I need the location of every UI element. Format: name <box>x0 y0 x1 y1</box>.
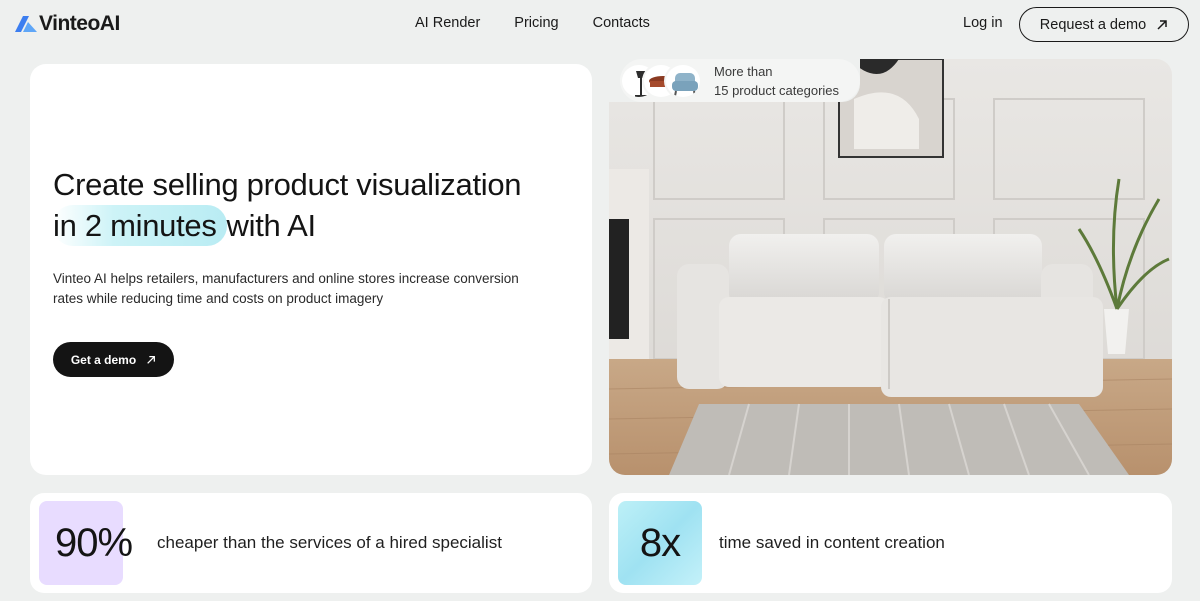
get-demo-label: Get a demo <box>70 352 137 367</box>
nav-link-contacts[interactable]: Contacts <box>593 15 650 31</box>
hero-title-rest: with AI <box>226 208 317 243</box>
stat-card-time: 8x time saved in content creation <box>609 493 1172 593</box>
brand-logo[interactable]: VinteoAI <box>15 12 120 36</box>
hero-description-line2: rates while reducing time and costs on p… <box>53 291 384 306</box>
hero-title-line2: in 2 minutes with AI <box>53 205 583 246</box>
categories-text: More than 15 product categories <box>714 62 839 100</box>
brand-name: VinteoAI <box>39 12 120 35</box>
hero-card: Create selling product visualization in … <box>30 64 592 475</box>
logo-icon <box>15 16 37 32</box>
arrow-up-right-icon <box>1157 19 1167 30</box>
armchair-icon <box>672 72 698 96</box>
living-room-illustration <box>609 59 1172 475</box>
stat-text-time: time saved in content creation <box>719 533 945 552</box>
request-demo-label: Request a demo <box>1039 16 1147 33</box>
nav-link-ai-render[interactable]: AI Render <box>415 15 480 31</box>
request-demo-button[interactable]: Request a demo <box>1019 7 1189 42</box>
login-link[interactable]: Log in <box>963 15 1003 31</box>
product-categories-badge: More than 15 product categories <box>620 59 860 102</box>
stat-card-cost: 90% cheaper than the services of a hired… <box>30 493 592 593</box>
get-demo-button[interactable]: Get a demo <box>53 342 174 377</box>
hero-description: Vinteo AI helps retailers, manufacturers… <box>53 269 573 309</box>
hero-title: Create selling product visualization in … <box>53 164 583 246</box>
stat-value-cost: 90% <box>39 501 133 585</box>
nav-link-pricing[interactable]: Pricing <box>514 15 558 31</box>
hero-title-line1: Create selling product visualization <box>53 167 522 202</box>
hero-title-highlight: in 2 minutes <box>53 205 227 246</box>
categories-line2: 15 product categories <box>714 82 840 98</box>
hero-sofa-image <box>609 59 1172 475</box>
hero-description-line1: Vinteo AI helps retailers, manufacturers… <box>53 271 519 286</box>
arrow-up-right-icon <box>147 355 156 364</box>
main-nav: AI Render Pricing Contacts <box>415 15 650 31</box>
category-thumbnails <box>620 61 708 101</box>
top-navbar: VinteoAI AI Render Pricing Contacts Log … <box>0 0 1200 48</box>
armchair-thumbnail <box>664 62 702 99</box>
categories-line1: More than <box>714 63 773 79</box>
stat-text-cost: cheaper than the services of a hired spe… <box>157 533 502 552</box>
stat-value-time: 8x <box>618 501 702 585</box>
